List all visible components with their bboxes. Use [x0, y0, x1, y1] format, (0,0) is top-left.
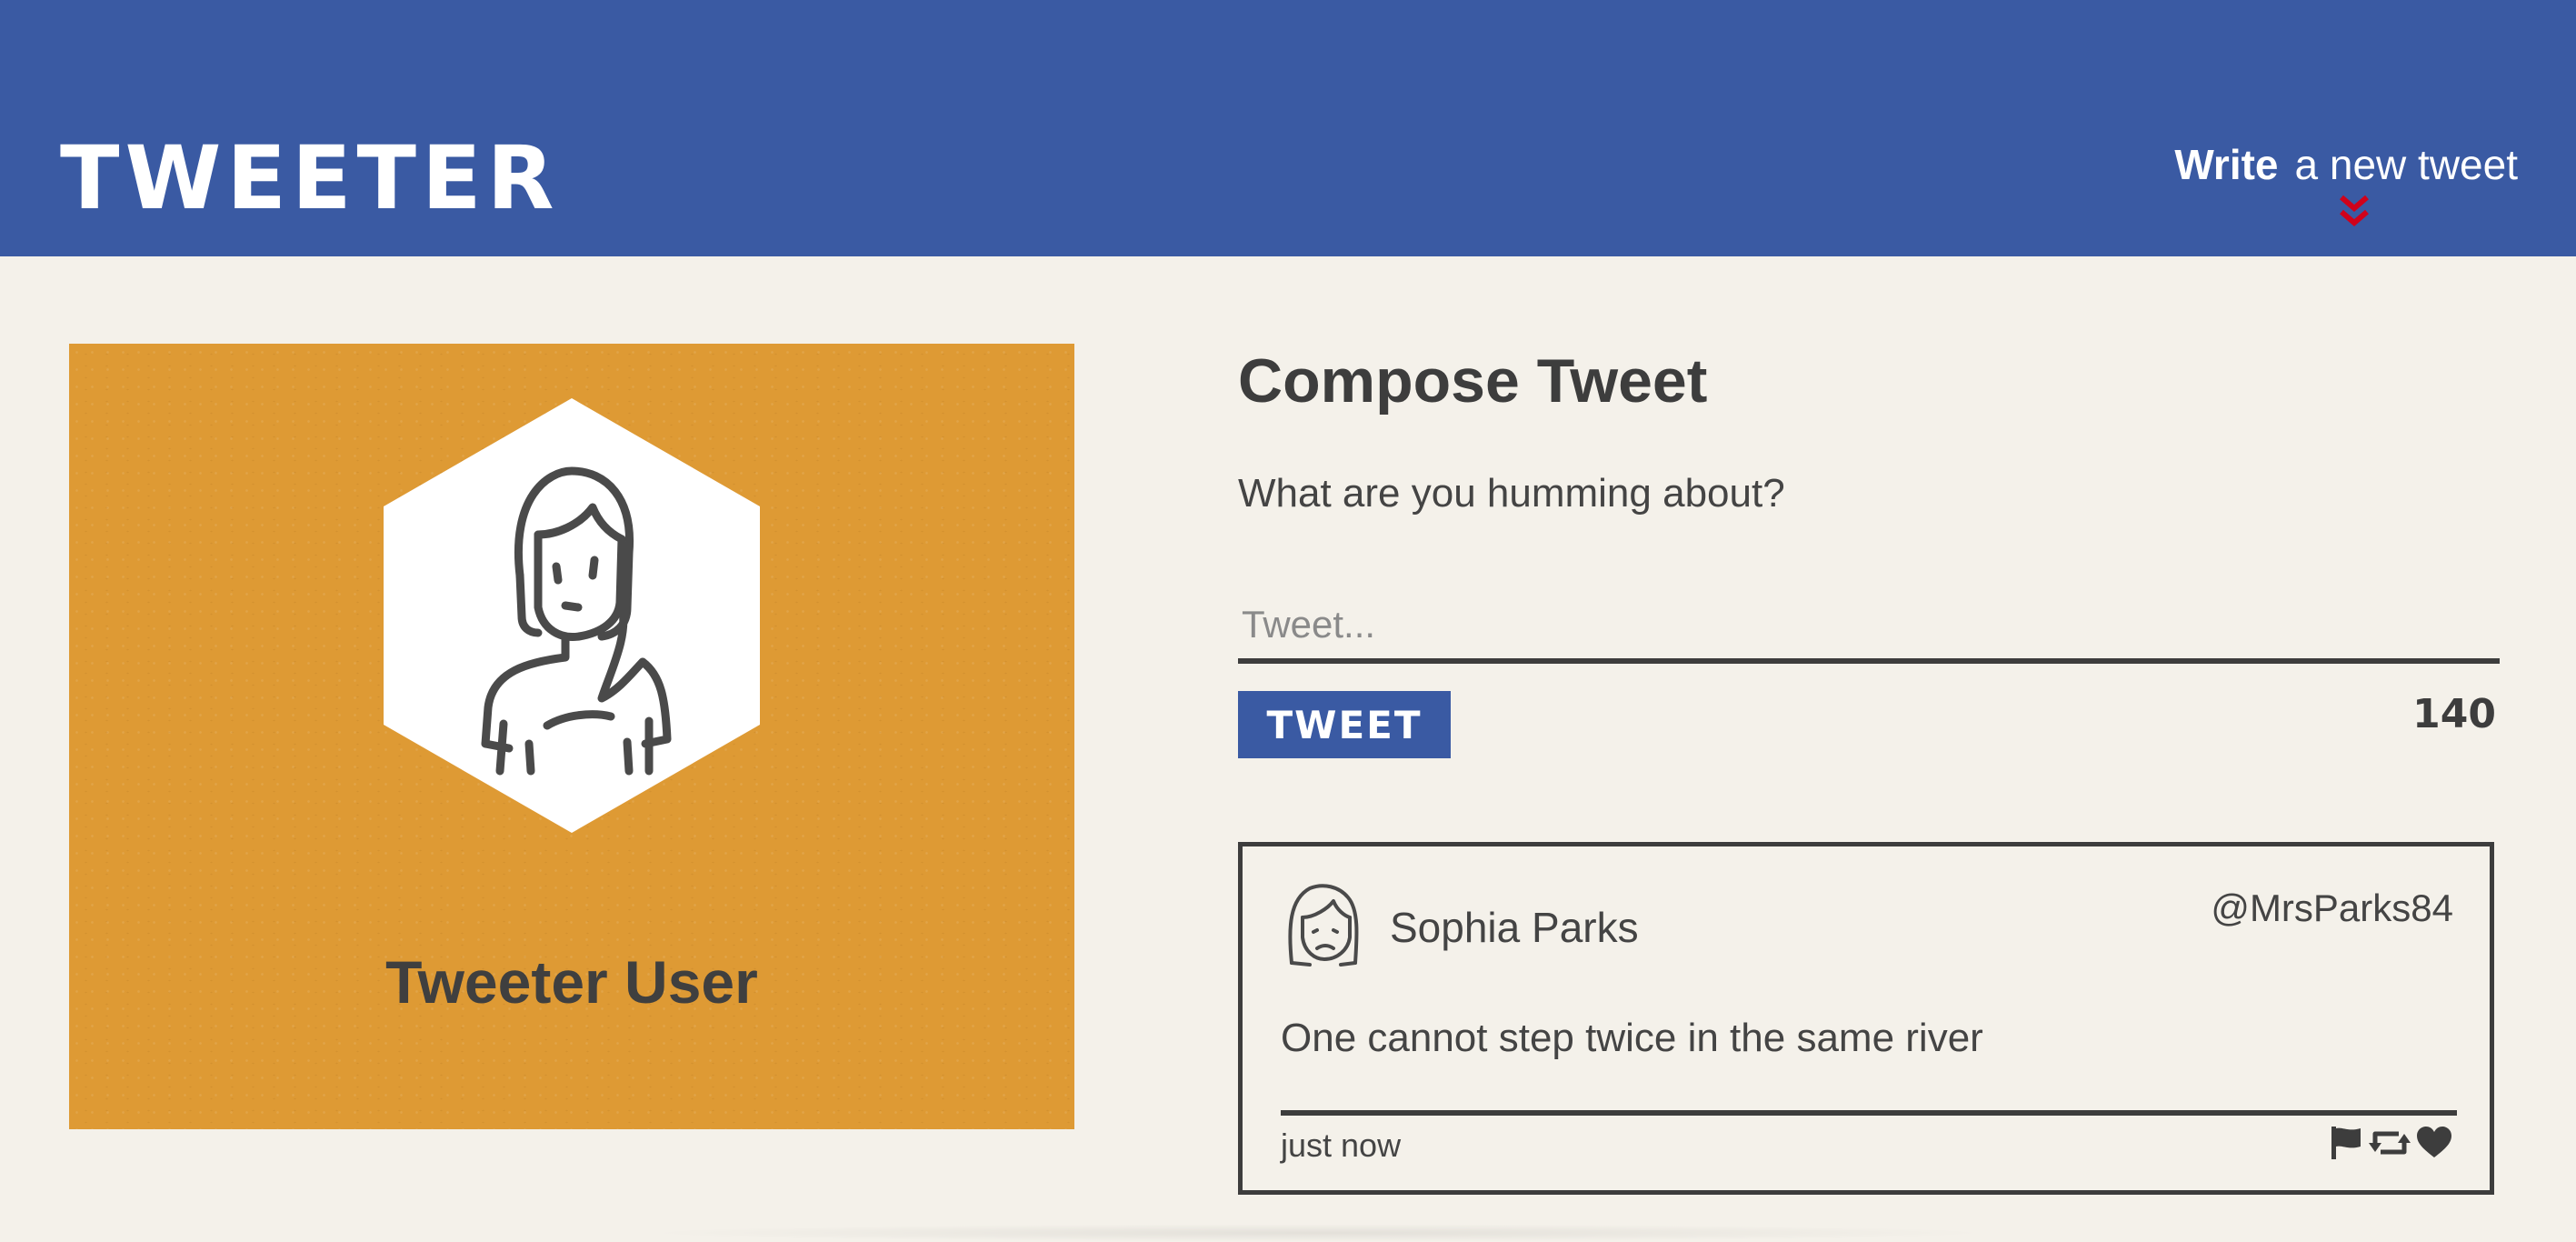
double-chevron-down-icon[interactable]: [2338, 194, 2371, 230]
tweet-divider: [1281, 1110, 2457, 1116]
tweet-avatar-icon: [1288, 884, 1359, 967]
retweet-icon[interactable]: [2368, 1125, 2411, 1161]
tweet-author-handle: @MrsParks84: [2211, 886, 2453, 929]
profile-name: Tweeter User: [385, 948, 758, 1016]
tweet-actions: [2328, 1125, 2453, 1161]
tweet-submit-button[interactable]: TWEET: [1238, 691, 1451, 758]
tweet-card: Sophia Parks @MrsParks84 One cannot step…: [1238, 842, 2494, 1195]
char-counter: 140: [2412, 691, 2496, 737]
tweet-input[interactable]: [1238, 591, 2500, 664]
app-logo[interactable]: TWEETER: [60, 135, 560, 222]
bottom-shadow: [636, 1224, 2000, 1242]
new-tweet-label: a new tweet: [2294, 141, 2518, 188]
avatar: [384, 398, 760, 833]
compose-title: Compose Tweet: [1238, 346, 1708, 416]
flag-icon[interactable]: [2328, 1125, 2364, 1161]
write-label: Write: [2174, 141, 2279, 188]
write-new-tweet-link[interactable]: Write a new tweet: [2174, 144, 2518, 185]
heart-icon[interactable]: [2415, 1125, 2453, 1161]
tweet-author-name: Sophia Parks: [1390, 904, 1639, 951]
top-nav: TWEETER Write a new tweet: [0, 0, 2576, 256]
tweet-timestamp: just now: [1281, 1127, 1402, 1164]
profile-card: Tweeter User: [69, 344, 1074, 1129]
tweet-text: One cannot step twice in the same river: [1281, 1016, 1983, 1060]
compose-prompt: What are you humming about?: [1238, 471, 1785, 516]
